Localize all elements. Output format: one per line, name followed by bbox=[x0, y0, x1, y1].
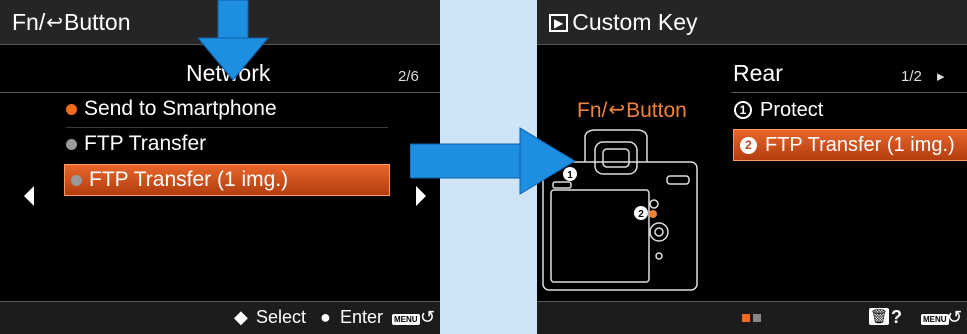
title-bar: ▶ Custom Key bbox=[537, 0, 967, 44]
right-camera-screen: ▶ Custom Key Rear 1/2 ▸ Fn/↩Button 1 Prot… bbox=[537, 0, 967, 334]
option-protect[interactable]: 1 Protect bbox=[734, 96, 964, 124]
left-arrow-icon[interactable] bbox=[24, 186, 34, 206]
key-label: Fn/↩Button bbox=[577, 97, 687, 123]
page-dot bbox=[753, 314, 761, 322]
footer-bar: ◆ Select ● Enter MENU ↺ bbox=[0, 301, 440, 334]
screen-title: Fn/↩Button bbox=[12, 9, 131, 36]
page-indicator: 1/2 bbox=[901, 68, 922, 85]
menu-item-label: Send to Smartphone bbox=[84, 97, 277, 120]
select-label: Select bbox=[256, 307, 307, 327]
title-prefix: Fn/ bbox=[12, 9, 46, 35]
menu-item-label: FTP Transfer bbox=[84, 132, 207, 155]
back-icon: ↺ bbox=[947, 307, 963, 327]
enter-icon: ● bbox=[320, 307, 331, 327]
option-ftp-transfer-1-img[interactable]: 2 FTP Transfer (1 img.) bbox=[733, 129, 967, 161]
menu-item-label: FTP Transfer (1 img.) bbox=[89, 168, 289, 191]
page-dot-active bbox=[742, 314, 750, 322]
playback-icon: ▶ bbox=[549, 14, 569, 32]
number-2-icon: 2 bbox=[740, 136, 757, 154]
menu-button-icon: MENU bbox=[392, 314, 420, 325]
option-label: FTP Transfer (1 img.) bbox=[765, 133, 955, 156]
footer-bar: 🗑 ? MENU ↺ bbox=[537, 301, 967, 334]
right-arrow-transition-icon bbox=[410, 127, 576, 195]
option-label: Protect bbox=[760, 98, 824, 121]
menu-button-icon: MENU bbox=[921, 314, 949, 325]
title-text: Custom Key bbox=[572, 9, 698, 35]
fn-button-icon: ↩ bbox=[46, 12, 63, 34]
left-camera-screen: Fn/↩Button Network 2/6 Send to Smartphon… bbox=[0, 0, 440, 334]
camera-marker-2: 2 bbox=[638, 209, 644, 220]
page-indicator: 2/6 bbox=[398, 68, 419, 85]
section-title: Rear bbox=[733, 60, 783, 86]
help-label: ? bbox=[891, 307, 902, 327]
page-next-icon[interactable]: ▸ bbox=[937, 67, 945, 85]
menu-item-send-to-smartphone[interactable]: Send to Smartphone bbox=[66, 95, 386, 123]
bullet-icon bbox=[66, 103, 77, 115]
down-arrow-icon bbox=[196, 0, 270, 81]
screen-title: ▶ Custom Key bbox=[549, 9, 698, 36]
bullet-icon bbox=[71, 174, 82, 186]
fn-button-icon: ↩ bbox=[608, 99, 626, 121]
key-label-suffix: Button bbox=[626, 99, 687, 122]
enter-label: Enter bbox=[340, 307, 384, 327]
number-1-icon: 1 bbox=[734, 101, 752, 119]
menu-item-ftp-transfer[interactable]: FTP Transfer bbox=[66, 130, 386, 158]
select-icon: ◆ bbox=[234, 307, 248, 327]
bullet-icon bbox=[66, 138, 77, 150]
menu-item-ftp-transfer-1-img[interactable]: FTP Transfer (1 img.) bbox=[64, 164, 390, 196]
title-suffix: Button bbox=[64, 9, 131, 35]
back-icon: ↺ bbox=[420, 307, 436, 327]
trash-icon: 🗑 bbox=[869, 308, 889, 325]
key-label-prefix: Fn/ bbox=[577, 99, 608, 122]
